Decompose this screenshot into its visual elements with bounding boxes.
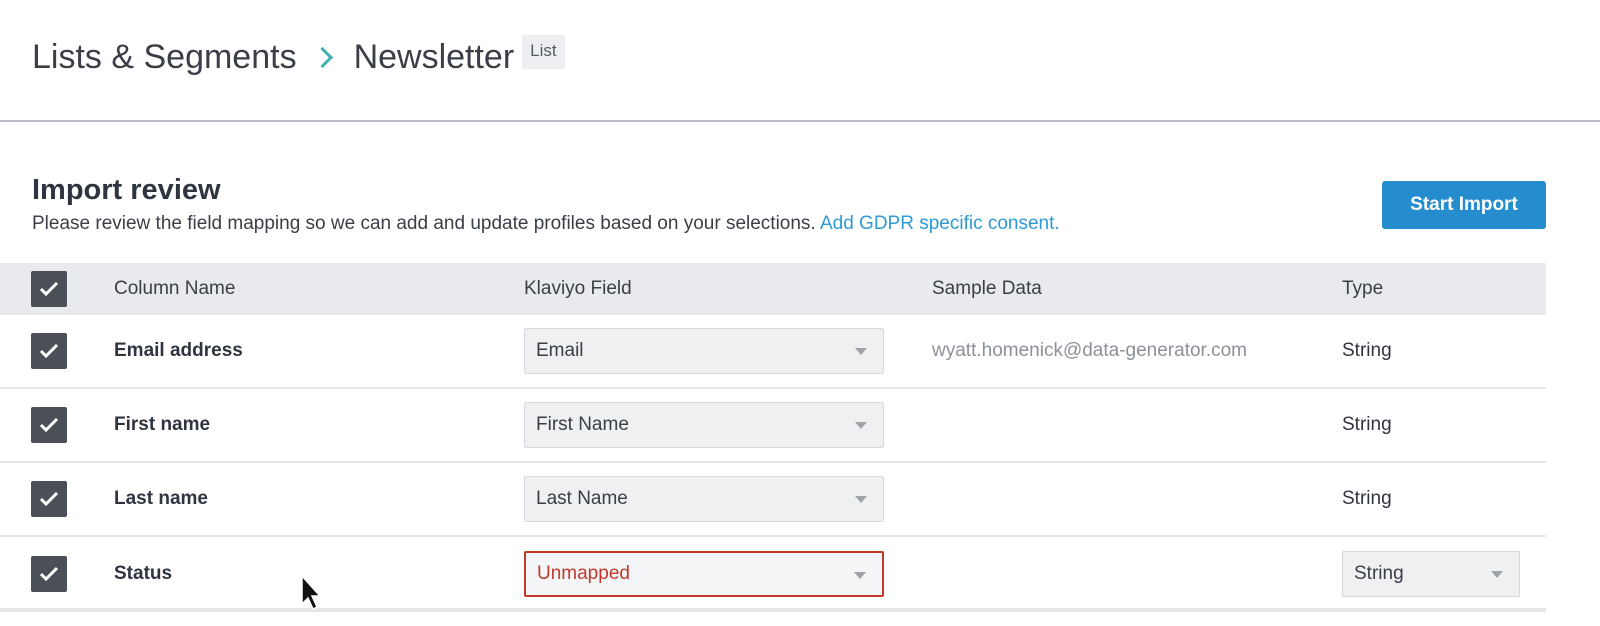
select-value: Email xyxy=(536,340,584,361)
column-name: Last name xyxy=(114,488,208,509)
check-icon xyxy=(39,343,59,359)
breadcrumb-lists-segments[interactable]: Lists & Segments xyxy=(32,38,297,77)
chevron-down-icon xyxy=(854,572,866,579)
page-title: Newsletter xyxy=(353,38,515,76)
description-text: Please review the field mapping so we ca… xyxy=(32,213,816,234)
column-name: First name xyxy=(114,414,211,435)
type-select[interactable]: String xyxy=(1342,551,1520,597)
field-type: String xyxy=(1342,414,1392,435)
header-sample-data: Sample Data xyxy=(932,278,1042,299)
list-type-badge: List xyxy=(522,34,565,69)
header-klaviyo-field: Klaviyo Field xyxy=(524,278,632,299)
chevron-down-icon xyxy=(855,348,867,355)
gdpr-consent-link[interactable]: Add GDPR specific consent. xyxy=(820,213,1060,234)
select-value: Last Name xyxy=(536,488,628,509)
table-row: Last name Last Name String xyxy=(0,463,1546,537)
select-value: String xyxy=(1354,563,1404,584)
check-icon xyxy=(39,281,59,297)
klaviyo-field-select[interactable]: First Name xyxy=(524,402,884,448)
import-mapping-table: Column Name Klaviyo Field Sample Data Ty… xyxy=(0,263,1546,611)
klaviyo-field-select[interactable]: Email xyxy=(524,328,884,374)
chevron-down-icon xyxy=(855,496,867,503)
header-column-name: Column Name xyxy=(114,278,236,299)
row-checkbox[interactable] xyxy=(31,333,67,369)
table-row: Status Unmapped String xyxy=(0,537,1546,611)
check-icon xyxy=(39,491,59,507)
row-checkbox[interactable] xyxy=(31,556,67,592)
page-header: Lists & Segments Newsletter List xyxy=(0,0,1600,122)
klaviyo-field-select[interactable]: Last Name xyxy=(524,476,884,522)
column-name: Status xyxy=(114,563,173,584)
column-name: Email address xyxy=(114,340,243,361)
field-type: String xyxy=(1342,488,1392,509)
table-row: First name First Name String xyxy=(0,389,1546,463)
row-checkbox[interactable] xyxy=(31,407,67,443)
klaviyo-field-select-unmapped[interactable]: Unmapped xyxy=(524,551,884,597)
select-value: Unmapped xyxy=(537,563,630,584)
section-title: Import review xyxy=(32,174,221,206)
check-icon xyxy=(39,566,59,582)
section-description: Please review the field mapping so we ca… xyxy=(32,213,1060,235)
sample-data: wyatt.homenick@data-generator.com xyxy=(932,340,1247,361)
table-header: Column Name Klaviyo Field Sample Data Ty… xyxy=(0,263,1546,315)
row-checkbox[interactable] xyxy=(31,481,67,517)
select-all-checkbox[interactable] xyxy=(31,271,67,307)
chevron-right-icon xyxy=(311,46,333,69)
field-type: String xyxy=(1342,340,1392,361)
start-import-button[interactable]: Start Import xyxy=(1382,181,1546,229)
check-icon xyxy=(39,417,59,433)
chevron-down-icon xyxy=(1491,571,1503,578)
table-row: Email address Email wyatt.homenick@data-… xyxy=(0,315,1546,389)
divider xyxy=(0,608,1546,612)
mouse-cursor-icon xyxy=(301,574,322,611)
chevron-down-icon xyxy=(855,422,867,429)
header-type: Type xyxy=(1342,278,1384,299)
select-value: First Name xyxy=(536,414,629,435)
breadcrumb: Lists & Segments Newsletter List xyxy=(32,34,565,77)
